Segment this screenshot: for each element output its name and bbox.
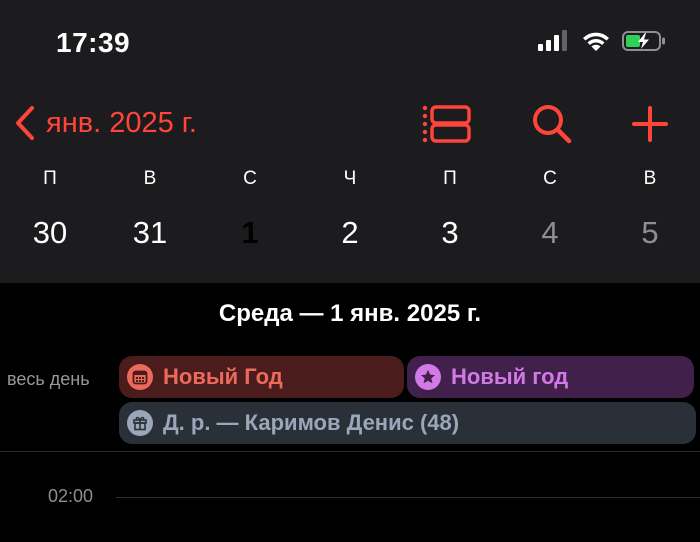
- hour-label: 02:00: [48, 486, 94, 506]
- hour-line: [116, 497, 700, 498]
- search-icon: [533, 105, 572, 144]
- calendar-icon: [127, 364, 153, 390]
- wifi-icon: [583, 32, 609, 51]
- event-title: Д. р. — Каримов Денис (48): [163, 410, 460, 435]
- back-to-month-button[interactable]: янв. 2025 г.: [14, 105, 197, 141]
- all-day-label: весь день: [7, 369, 90, 389]
- all-day-separator: [0, 451, 700, 452]
- weekday-label: П: [443, 168, 457, 189]
- weekday-label: В: [143, 168, 157, 189]
- weekday-label: П: [43, 168, 57, 189]
- add-event-button[interactable]: [624, 100, 676, 148]
- week-day-button[interactable]: 30: [18, 205, 82, 261]
- status-icons: [538, 30, 666, 52]
- all-day-event[interactable]: Новый Год: [119, 356, 404, 398]
- battery-charging-icon: [622, 31, 665, 51]
- view-toggle-button[interactable]: [421, 100, 473, 148]
- week-day-button[interactable]: 31: [118, 205, 182, 261]
- month-label: янв. 2025 г.: [46, 106, 197, 139]
- star-icon: [415, 364, 441, 390]
- weekday-label: С: [243, 168, 257, 189]
- cellular-signal-icon: [538, 30, 567, 51]
- week-day-button[interactable]: 5: [618, 205, 682, 261]
- gift-icon: [127, 410, 153, 436]
- weekday-label: Ч: [343, 168, 357, 189]
- list-view-icon: [422, 105, 471, 143]
- search-button[interactable]: [526, 100, 578, 148]
- all-day-event[interactable]: Новый год: [407, 356, 694, 398]
- plus-icon: [632, 106, 668, 142]
- event-title: Новый год: [451, 364, 569, 389]
- chevron-left-icon: [16, 106, 34, 140]
- weekday-label: С: [543, 168, 557, 189]
- weekday-label: В: [643, 168, 657, 189]
- all-day-event[interactable]: Д. р. — Каримов Денис (48): [119, 402, 696, 444]
- selected-day-button[interactable]: 1: [218, 202, 282, 264]
- event-title: Новый Год: [163, 364, 283, 389]
- status-time: 17:39: [56, 27, 131, 58]
- week-day-button[interactable]: 3: [418, 205, 482, 261]
- week-day-button[interactable]: 2: [318, 205, 382, 261]
- day-title: Среда — 1 янв. 2025 г.: [218, 300, 482, 327]
- week-day-button[interactable]: 4: [518, 205, 582, 261]
